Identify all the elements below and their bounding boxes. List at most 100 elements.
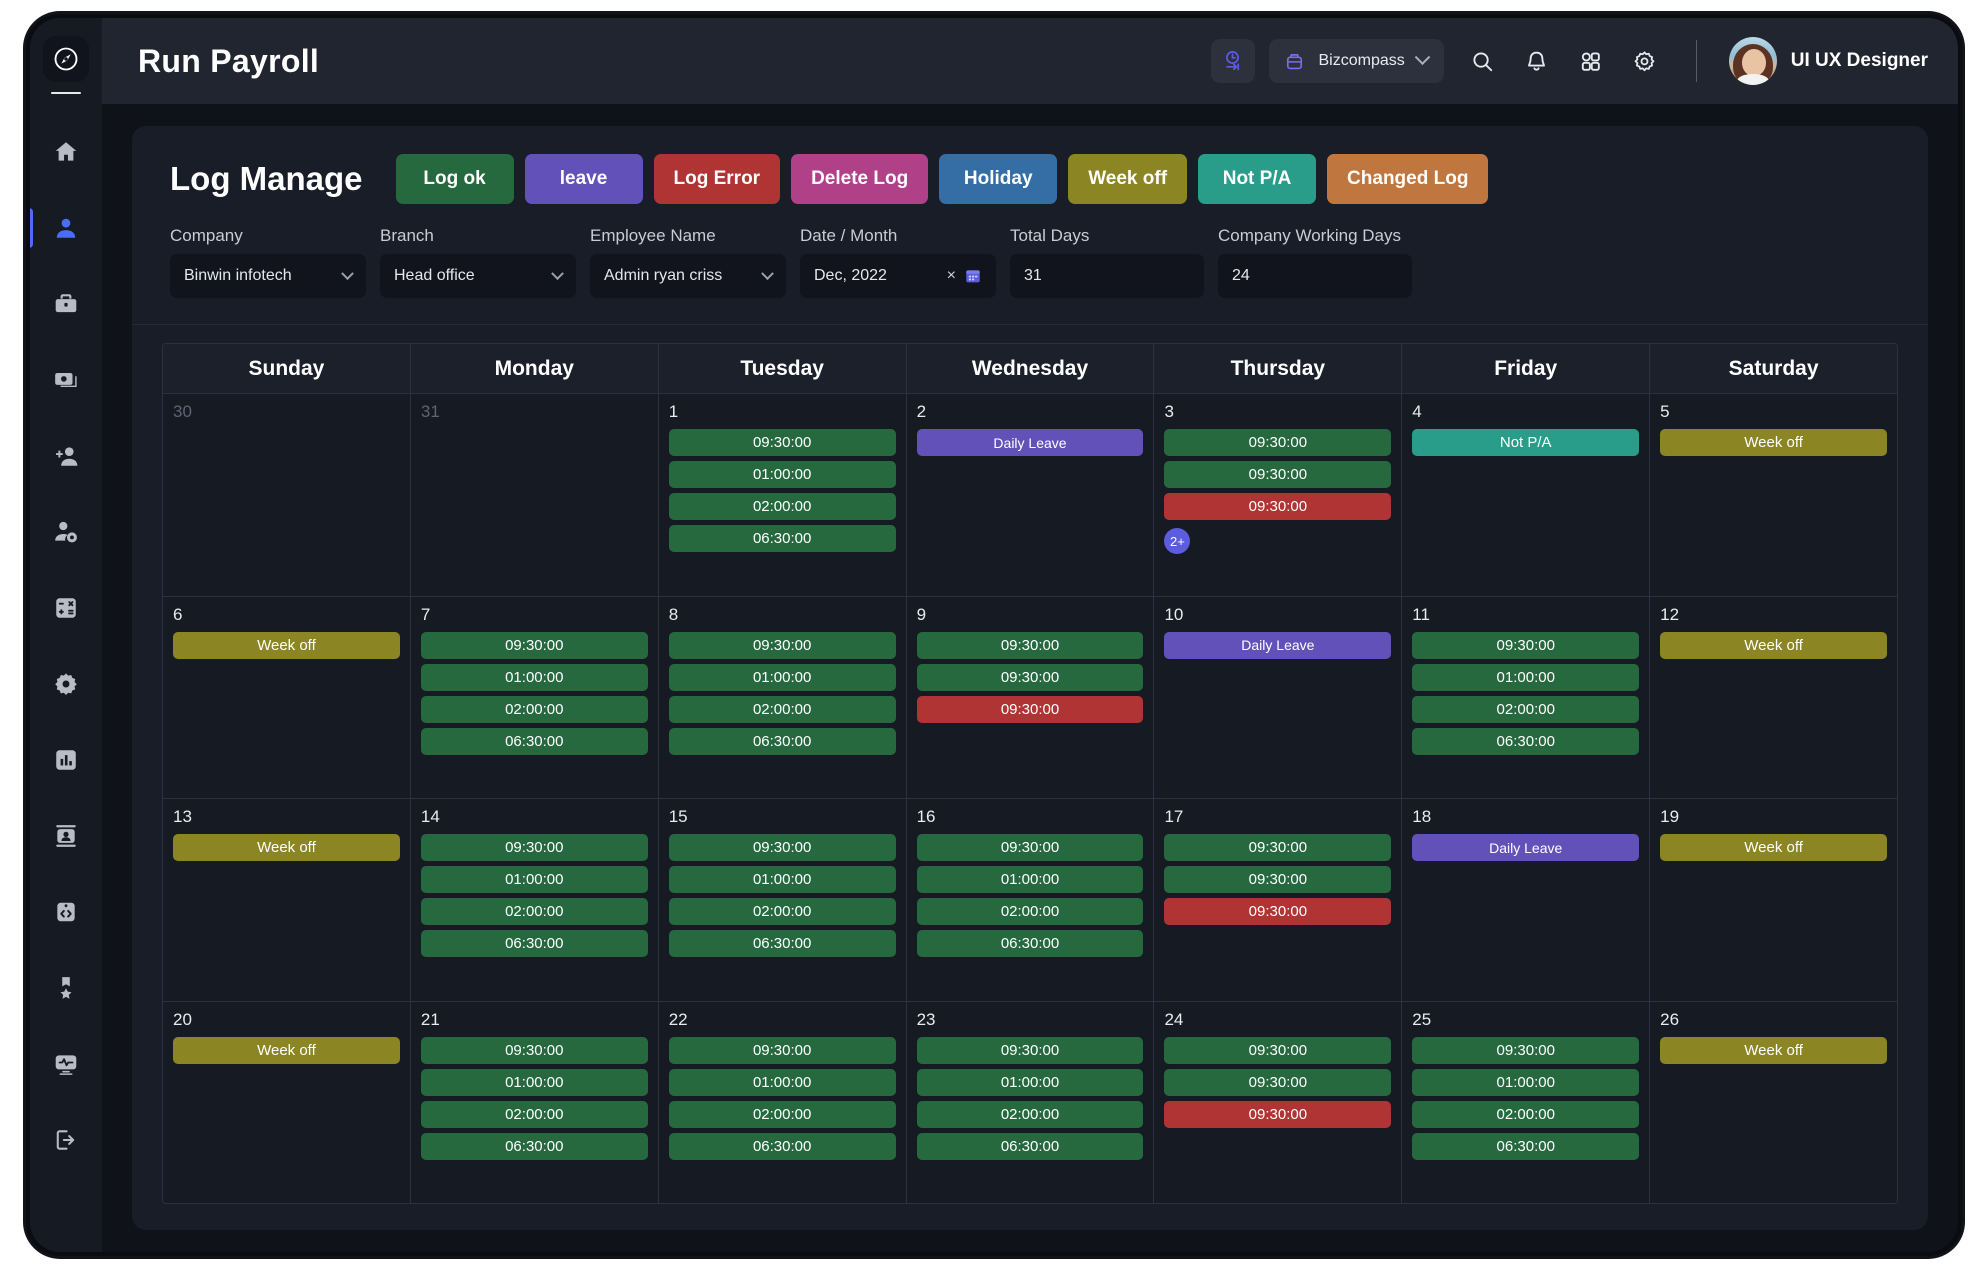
calendar-entry-chip[interactable]: 09:30:00 — [1412, 1037, 1639, 1064]
calendar-entry-chip[interactable]: 09:30:00 — [1164, 1037, 1391, 1064]
date-input-date-month[interactable]: Dec, 2022× — [800, 254, 996, 298]
calendar-day-cell[interactable]: 31 — [411, 394, 659, 596]
calendar-day-cell[interactable]: 909:30:0009:30:0009:30:00 — [907, 597, 1155, 799]
calendar-entry-chip[interactable]: Daily Leave — [917, 429, 1144, 456]
calendar-day-cell[interactable]: 20Week off — [163, 1002, 411, 1204]
calendar-day-cell[interactable]: 109:30:0001:00:0002:00:0006:30:00 — [659, 394, 907, 596]
settings-button[interactable] — [1630, 46, 1660, 76]
input-company-working-days[interactable]: 24 — [1218, 254, 1412, 298]
calendar-entry-chip[interactable]: 01:00:00 — [1412, 664, 1639, 691]
calendar-entry-chip[interactable]: Week off — [173, 834, 400, 861]
calendar-entry-chip[interactable]: 02:00:00 — [421, 696, 648, 723]
sidebar-item-employees[interactable] — [30, 190, 102, 266]
calendar-entry-chip[interactable]: 01:00:00 — [669, 866, 896, 893]
calendar-entry-chip[interactable]: Daily Leave — [1164, 632, 1391, 659]
clear-date-icon[interactable]: × — [947, 267, 956, 285]
calendar-entry-chip[interactable]: 09:30:00 — [1164, 898, 1391, 925]
calendar-entry-chip[interactable]: Week off — [1660, 632, 1887, 659]
calendar-entry-chip[interactable]: 06:30:00 — [421, 1133, 648, 1160]
sidebar-item-home[interactable] — [30, 114, 102, 190]
select-company[interactable]: Binwin infotech — [170, 254, 366, 298]
calendar-entry-chip[interactable]: 01:00:00 — [669, 664, 896, 691]
calendar-entry-chip[interactable]: 09:30:00 — [669, 429, 896, 456]
calendar-day-cell[interactable]: 12Week off — [1650, 597, 1897, 799]
calendar-entry-chip[interactable]: 01:00:00 — [421, 866, 648, 893]
legend-button-changed-log[interactable]: Changed Log — [1327, 154, 1488, 204]
calendar-day-cell[interactable]: 2209:30:0001:00:0002:00:0006:30:00 — [659, 1002, 907, 1204]
legend-button-log-ok[interactable]: Log ok — [396, 154, 514, 204]
calendar-entry-chip[interactable]: 09:30:00 — [421, 1037, 648, 1064]
calendar-entry-chip[interactable]: 06:30:00 — [669, 930, 896, 957]
calendar-day-cell[interactable]: 309:30:0009:30:0009:30:002+ — [1154, 394, 1402, 596]
calendar-entry-chip[interactable]: 02:00:00 — [1412, 696, 1639, 723]
calendar-day-cell[interactable]: 1609:30:0001:00:0002:00:0006:30:00 — [907, 799, 1155, 1001]
calendar-entry-chip[interactable]: 09:30:00 — [1164, 493, 1391, 520]
calendar-day-cell[interactable]: 4Not P/A — [1402, 394, 1650, 596]
avatar[interactable] — [1729, 37, 1777, 85]
apps-button[interactable] — [1576, 46, 1606, 76]
calendar-entry-chip[interactable]: 02:00:00 — [669, 1101, 896, 1128]
calendar-entry-chip[interactable]: 09:30:00 — [1164, 834, 1391, 861]
calendar-entry-chip[interactable]: 09:30:00 — [1164, 429, 1391, 456]
sidebar-item-logout[interactable] — [30, 1102, 102, 1178]
sidebar-item-payments[interactable] — [30, 342, 102, 418]
calendar-entry-chip[interactable]: 06:30:00 — [917, 930, 1144, 957]
select-employee-name[interactable]: Admin ryan criss — [590, 254, 786, 298]
calendar-day-cell[interactable]: 1109:30:0001:00:0002:00:0006:30:00 — [1402, 597, 1650, 799]
calendar-day-cell[interactable]: 1509:30:0001:00:0002:00:0006:30:00 — [659, 799, 907, 1001]
calendar-day-cell[interactable]: 2309:30:0001:00:0002:00:0006:30:00 — [907, 1002, 1155, 1204]
calendar-day-cell[interactable]: 18Daily Leave — [1402, 799, 1650, 1001]
calendar-entry-chip[interactable]: 01:00:00 — [917, 1069, 1144, 1096]
legend-button-holiday[interactable]: Holiday — [939, 154, 1057, 204]
compass-logo[interactable] — [43, 36, 89, 82]
calendar-entry-chip[interactable]: Week off — [173, 1037, 400, 1064]
calendar-entry-chip[interactable]: 01:00:00 — [917, 866, 1144, 893]
calendar-entry-chip[interactable]: 09:30:00 — [1164, 866, 1391, 893]
calendar-entry-chip[interactable]: 06:30:00 — [669, 525, 896, 552]
calendar-more-badge[interactable]: 2+ — [1164, 528, 1190, 554]
calendar-entry-chip[interactable]: 09:30:00 — [917, 696, 1144, 723]
sidebar-item-add-user[interactable] — [30, 418, 102, 494]
sidebar-item-jobs[interactable] — [30, 266, 102, 342]
sidebar-item-calculator[interactable] — [30, 570, 102, 646]
calendar-entry-chip[interactable]: 01:00:00 — [669, 461, 896, 488]
calendar-entry-chip[interactable]: 09:30:00 — [1164, 461, 1391, 488]
calendar-day-cell[interactable]: 2109:30:0001:00:0002:00:0006:30:00 — [411, 1002, 659, 1204]
input-total-days[interactable]: 31 — [1010, 254, 1204, 298]
calendar-entry-chip[interactable]: 06:30:00 — [1412, 728, 1639, 755]
calendar-entry-chip[interactable]: Week off — [1660, 1037, 1887, 1064]
calendar-entry-chip[interactable]: 01:00:00 — [421, 1069, 648, 1096]
calendar-entry-chip[interactable]: 02:00:00 — [1412, 1101, 1639, 1128]
calendar-entry-chip[interactable]: 09:30:00 — [669, 1037, 896, 1064]
calendar-day-cell[interactable]: 2Daily Leave — [907, 394, 1155, 596]
calendar-day-cell[interactable]: 26Week off — [1650, 1002, 1897, 1204]
select-branch[interactable]: Head office — [380, 254, 576, 298]
calendar-entry-chip[interactable]: Week off — [1660, 834, 1887, 861]
sidebar-item-developer[interactable] — [30, 874, 102, 950]
calendar-entry-chip[interactable]: 09:30:00 — [917, 664, 1144, 691]
calendar-entry-chip[interactable]: 02:00:00 — [421, 898, 648, 925]
calendar-entry-chip[interactable]: 09:30:00 — [917, 834, 1144, 861]
legend-button-delete-log[interactable]: Delete Log — [791, 154, 928, 204]
legend-button-leave[interactable]: leave — [525, 154, 643, 204]
sidebar-item-reports[interactable] — [30, 722, 102, 798]
calendar-day-cell[interactable]: 1409:30:0001:00:0002:00:0006:30:00 — [411, 799, 659, 1001]
calendar-icon[interactable] — [964, 267, 982, 285]
org-selector[interactable]: Bizcompass — [1269, 39, 1443, 83]
calendar-entry-chip[interactable]: 01:00:00 — [1412, 1069, 1639, 1096]
calendar-entry-chip[interactable]: Not P/A — [1412, 429, 1639, 456]
calendar-entry-chip[interactable]: Daily Leave — [1412, 834, 1639, 861]
calendar-day-cell[interactable]: 30 — [163, 394, 411, 596]
sidebar-item-id-card[interactable] — [30, 798, 102, 874]
calendar-entry-chip[interactable]: 06:30:00 — [669, 1133, 896, 1160]
calendar-entry-chip[interactable]: 09:30:00 — [1164, 1101, 1391, 1128]
calendar-day-cell[interactable]: 709:30:0001:00:0002:00:0006:30:00 — [411, 597, 659, 799]
calendar-entry-chip[interactable]: 06:30:00 — [917, 1133, 1144, 1160]
calendar-entry-chip[interactable]: Week off — [173, 632, 400, 659]
calendar-entry-chip[interactable]: 09:30:00 — [917, 1037, 1144, 1064]
calendar-day-cell[interactable]: 10Daily Leave — [1154, 597, 1402, 799]
legend-button-not-p-a[interactable]: Not P/A — [1198, 154, 1316, 204]
sidebar-item-awards[interactable] — [30, 950, 102, 1026]
calendar-entry-chip[interactable]: 09:30:00 — [1164, 1069, 1391, 1096]
calendar-entry-chip[interactable]: 02:00:00 — [669, 898, 896, 925]
